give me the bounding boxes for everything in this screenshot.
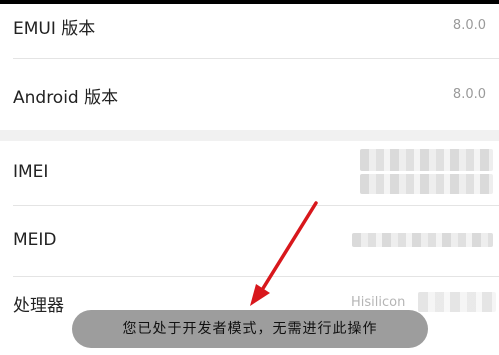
annotation-arrow: [250, 201, 318, 306]
arrow-head: [250, 284, 270, 306]
toast-message: 您已处于开发者模式，无需进行此操作: [72, 310, 428, 348]
arrow-shaft: [260, 201, 318, 292]
